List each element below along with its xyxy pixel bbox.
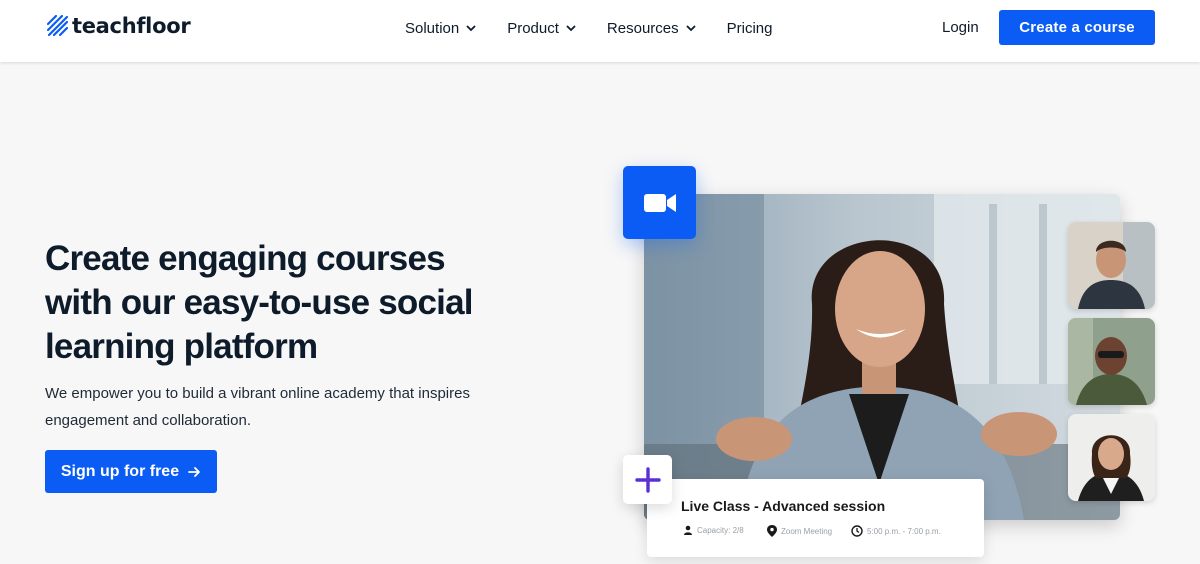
live-class-card[interactable]: Live Class - Advanced session Capacity: … [647,479,984,557]
user-icon [684,525,692,535]
logo[interactable]: teachfloor [46,14,191,38]
nav-product[interactable]: Product [507,18,577,38]
location-pin-icon [767,525,777,537]
participant-thumbnail[interactable] [1068,414,1155,501]
clock-icon [851,525,863,537]
chevron-down-icon [566,25,576,32]
time-text: 5:00 p.m. - 7:00 p.m. [867,526,941,536]
video-call-image [644,194,1120,520]
nav-resources[interactable]: Resources [607,18,697,38]
arrow-right-icon [188,466,201,477]
nav-label: Product [507,19,559,37]
video-camera-icon [643,193,676,212]
nav-label: Pricing [726,19,773,37]
live-class-title: Live Class - Advanced session [681,498,886,514]
location-info: Zoom Meeting [767,525,832,537]
nav-label: Solution [405,19,460,37]
add-button[interactable] [623,455,672,504]
location-text: Zoom Meeting [781,526,833,536]
chevron-down-icon [685,25,696,32]
chevron-down-icon [466,25,476,32]
participant-thumbnail[interactable] [1068,222,1155,309]
participant-thumbnail[interactable] [1068,318,1155,405]
capacity-text: Capacity: 2/8 [697,525,744,535]
nav-solution[interactable]: Solution [405,18,477,38]
main-nav: Solution Product Resources Pricing [405,18,772,38]
nav-label: Resources [606,19,679,37]
signup-button[interactable]: Sign up for free [45,450,217,493]
time-info: 5:00 p.m. - 7:00 p.m. [851,525,941,537]
create-course-button[interactable]: Create a course [999,10,1155,45]
nav-pricing[interactable]: Pricing [727,18,773,38]
video-camera-button[interactable] [623,166,696,239]
hero-title: Create engaging courses with our easy-to… [45,239,473,366]
site-header: teachfloor Solution Product Resources Pr… [0,0,1200,62]
signup-label: Sign up for free [60,462,180,480]
hero-subtitle: We empower you to build a vibrant online… [45,385,470,429]
plus-icon [634,466,661,493]
brand-name: teachfloor [72,14,191,38]
logo-mark-icon [46,14,69,37]
login-link[interactable]: Login [942,19,979,36]
capacity-info: Capacity: 2/8 [683,525,744,535]
